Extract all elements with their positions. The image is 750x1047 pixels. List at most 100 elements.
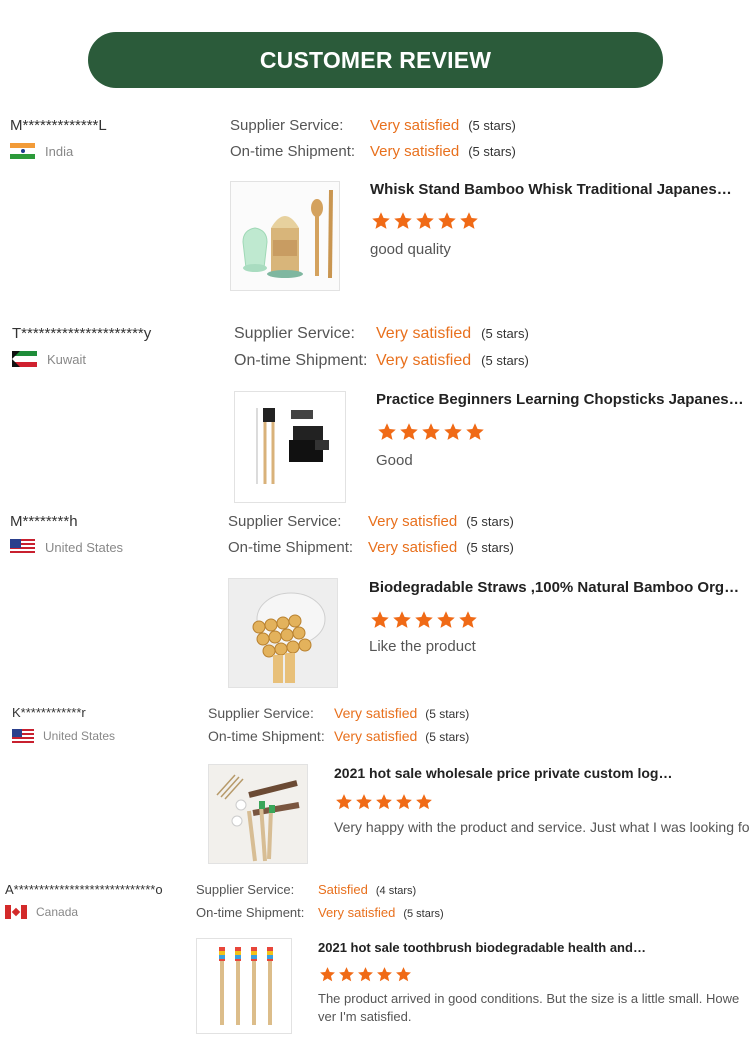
reviewer-name: K************r bbox=[12, 705, 86, 720]
supplier-service-stars: (5 stars) bbox=[468, 118, 516, 133]
reviewer-country: United States bbox=[12, 729, 115, 743]
supplier-service-stars: (5 stars) bbox=[466, 514, 514, 529]
on-time-shipment-value: Very satisfied bbox=[370, 143, 460, 160]
on-time-shipment-value: Very satisfied bbox=[318, 905, 396, 920]
country-label: United States bbox=[45, 539, 124, 555]
star-icon bbox=[371, 611, 389, 628]
supplier-service-stars: (4 stars) bbox=[375, 885, 417, 897]
canada-flag-icon bbox=[5, 905, 27, 919]
star-icon bbox=[320, 967, 335, 982]
star-icon bbox=[396, 794, 412, 810]
star-icon bbox=[400, 423, 418, 440]
ratings-summary: Supplier Service: Very satisfied (5 star… bbox=[228, 513, 514, 565]
star-icon bbox=[376, 794, 392, 810]
star-icon bbox=[378, 423, 396, 440]
star-icon bbox=[358, 967, 373, 982]
product-title[interactable]: Whisk Stand Bamboo Whisk Traditional Jap… bbox=[370, 181, 740, 198]
product-image-whisk-set[interactable] bbox=[230, 181, 340, 291]
product-rating-stars bbox=[370, 211, 480, 231]
country-label: India bbox=[45, 143, 74, 159]
reviewer-name: M*************L bbox=[10, 117, 107, 134]
product-title[interactable]: 2021 hot sale toothbrush biodegradable h… bbox=[318, 940, 648, 955]
star-icon bbox=[459, 611, 477, 628]
ratings-summary: Supplier Service: Satisfied (4 stars) On… bbox=[196, 882, 444, 928]
star-icon bbox=[460, 212, 478, 229]
country-label: United States bbox=[43, 729, 116, 743]
on-time-shipment-stars: (5 stars) bbox=[403, 908, 444, 920]
review-card: M********h United States Supplier Servic… bbox=[10, 513, 750, 693]
country-label: Canada bbox=[36, 905, 79, 919]
star-icon bbox=[339, 967, 354, 982]
supplier-service-label: Supplier Service: bbox=[208, 705, 314, 721]
star-icon bbox=[396, 967, 411, 982]
product-title[interactable]: Biodegradable Straws ,100% Natural Bambo… bbox=[369, 579, 740, 596]
supplier-service-value: Very satisfied bbox=[370, 117, 460, 134]
on-time-shipment-label: On-time Shipment: bbox=[228, 539, 354, 556]
on-time-shipment-label: On-time Shipment: bbox=[230, 143, 356, 160]
product-image-rainbow-toothbrushes[interactable] bbox=[196, 938, 292, 1034]
ratings-summary: Supplier Service: Very satisfied (5 star… bbox=[234, 325, 529, 379]
on-time-shipment-label: On-time Shipment: bbox=[234, 352, 368, 369]
supplier-service-value: Very satisfied bbox=[368, 513, 458, 530]
on-time-shipment-label: On-time Shipment: bbox=[208, 728, 325, 744]
supplier-service-label: Supplier Service: bbox=[234, 325, 355, 342]
reviewer-country: Kuwait bbox=[12, 351, 86, 367]
on-time-shipment-value: Very satisfied bbox=[368, 539, 458, 556]
on-time-shipment-stars: (5 stars) bbox=[468, 144, 516, 159]
star-icon bbox=[416, 212, 434, 229]
supplier-service-label: Supplier Service: bbox=[196, 882, 295, 897]
reviewer-country: Canada bbox=[5, 905, 78, 919]
star-icon bbox=[437, 611, 455, 628]
star-icon bbox=[372, 212, 390, 229]
supplier-service-stars: (5 stars) bbox=[481, 326, 529, 341]
ratings-summary: Supplier Service: Very satisfied (5 star… bbox=[230, 117, 516, 169]
review-comment: good quality bbox=[370, 241, 451, 258]
product-rating-stars bbox=[334, 793, 434, 811]
on-time-shipment-value: Very satisfied bbox=[334, 728, 418, 744]
customer-review-header: CUSTOMER REVIEW bbox=[88, 32, 663, 88]
us-flag-icon bbox=[12, 729, 34, 743]
reviewer-name: M********h bbox=[10, 513, 78, 530]
star-icon bbox=[416, 794, 432, 810]
country-label: Kuwait bbox=[47, 351, 87, 367]
reviewer-country: India bbox=[10, 143, 73, 159]
supplier-service-stars: (5 stars) bbox=[425, 707, 470, 721]
reviewer-country: United States bbox=[10, 539, 123, 555]
star-icon bbox=[336, 794, 352, 810]
review-comment: Very happy with the product and service.… bbox=[334, 819, 750, 835]
reviewer-name: A****************************o bbox=[5, 882, 163, 897]
review-comment: The product arrived in good conditions. … bbox=[318, 991, 740, 1024]
on-time-shipment-value: Very satisfied bbox=[376, 352, 472, 369]
on-time-shipment-stars: (5 stars) bbox=[466, 540, 514, 555]
reviewer-name: T*********************y bbox=[12, 325, 152, 342]
product-image-bamboo-straws[interactable] bbox=[228, 578, 338, 688]
star-icon bbox=[377, 967, 392, 982]
star-icon bbox=[438, 212, 456, 229]
supplier-service-value: Very satisfied bbox=[334, 705, 418, 721]
header-title: CUSTOMER REVIEW bbox=[259, 46, 492, 73]
supplier-service-value: Very satisfied bbox=[376, 325, 472, 342]
review-card: M*************L India Supplier Service: … bbox=[10, 115, 750, 295]
product-rating-stars bbox=[318, 966, 413, 983]
product-image-chopsticks[interactable] bbox=[234, 391, 346, 503]
star-icon bbox=[393, 611, 411, 628]
india-flag-icon bbox=[10, 143, 35, 159]
star-icon bbox=[422, 423, 440, 440]
supplier-service-label: Supplier Service: bbox=[228, 513, 342, 530]
ratings-summary: Supplier Service: Very satisfied (5 star… bbox=[208, 705, 469, 751]
on-time-shipment-label: On-time Shipment: bbox=[196, 905, 305, 920]
product-rating-stars bbox=[369, 610, 479, 630]
review-comment: Good bbox=[376, 452, 413, 469]
review-comment: Like the product bbox=[369, 638, 476, 655]
product-title[interactable]: Practice Beginners Learning Chopsticks J… bbox=[376, 391, 748, 408]
product-title[interactable]: 2021 hot sale wholesale price private cu… bbox=[334, 765, 674, 781]
product-image-bamboo-toothbrush-logo[interactable] bbox=[208, 764, 308, 864]
supplier-service-label: Supplier Service: bbox=[230, 117, 344, 134]
on-time-shipment-stars: (5 stars) bbox=[481, 353, 529, 368]
star-icon bbox=[394, 212, 412, 229]
supplier-service-value: Satisfied bbox=[318, 882, 368, 897]
us-flag-icon bbox=[10, 539, 35, 555]
review-card: A****************************o Canada Su… bbox=[5, 880, 750, 1040]
review-card: T*********************y Kuwait Supplier … bbox=[12, 325, 750, 505]
on-time-shipment-stars: (5 stars) bbox=[425, 730, 470, 744]
